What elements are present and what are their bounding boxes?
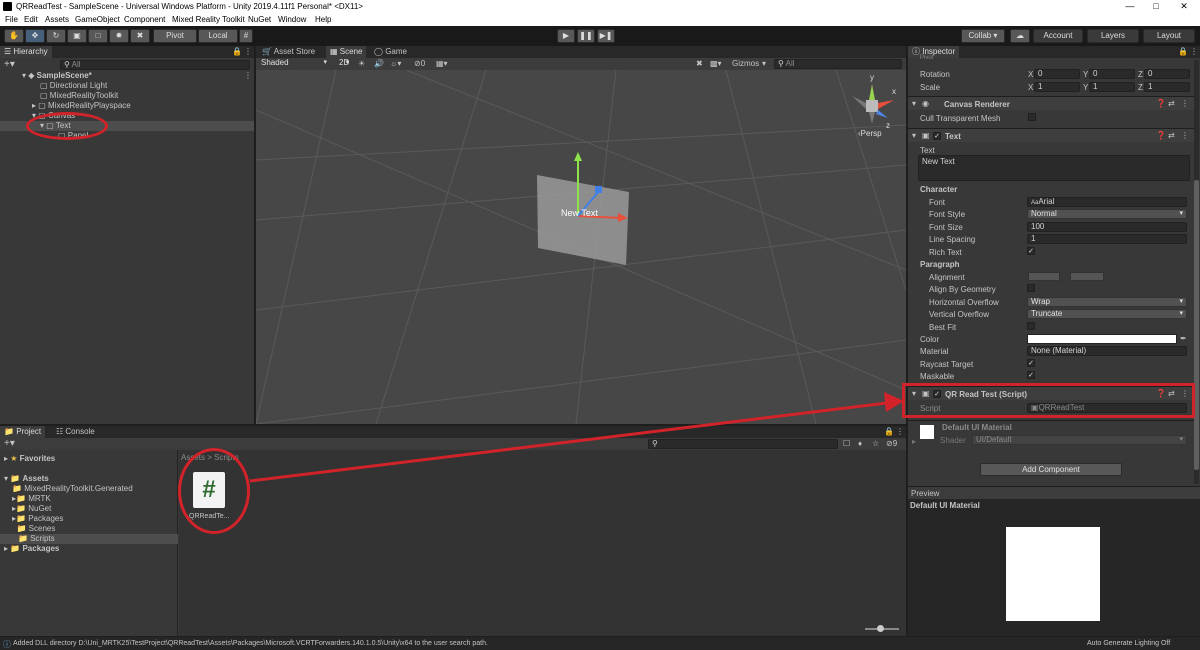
tab-inspector[interactable]: ⓘ Inspector — [908, 46, 960, 58]
component-title: Text — [945, 132, 961, 141]
alignment-label: Alignment — [929, 273, 965, 282]
panel-menu-icon[interactable]: ⋮ — [1190, 47, 1198, 56]
font-style-dropdown[interactable]: Normal — [1027, 209, 1187, 219]
preset-icon[interactable]: ⇄ — [1168, 99, 1175, 108]
rotation-z-field[interactable]: 0 — [1144, 69, 1190, 79]
font-field[interactable]: AaArial — [1027, 197, 1187, 207]
preset-icon[interactable]: ⇄ — [1168, 131, 1175, 140]
material-thumbnail — [920, 425, 934, 439]
shader-label: Shader — [940, 436, 966, 445]
v-overflow-dropdown[interactable]: Truncate — [1027, 309, 1187, 319]
text-area[interactable]: New Text — [918, 155, 1190, 181]
align-geometry-checkbox[interactable] — [1027, 284, 1035, 292]
scale-y-label: Y — [1083, 83, 1089, 92]
preview-material-label: Default UI Material — [910, 501, 980, 510]
collapse-chevron-icon[interactable]: ▾ — [912, 99, 916, 108]
text-label: Text — [920, 146, 935, 155]
scale-y-field[interactable]: 1 — [1089, 82, 1135, 92]
h-overflow-dropdown[interactable]: Wrap — [1027, 297, 1187, 307]
rotation-y-label: Y — [1083, 70, 1089, 79]
cull-checkbox[interactable] — [1028, 113, 1036, 121]
scale-label: Scale — [920, 83, 941, 92]
scale-z-label: Z — [1138, 83, 1143, 92]
status-lighting: Auto Generate Lighting Off — [1087, 640, 1171, 647]
inspector-scrollbar[interactable] — [1194, 60, 1199, 484]
scale-x-label: X — [1028, 83, 1034, 92]
inspector-tabbar: ⓘ Inspector 🔒 ⋮ — [908, 46, 1200, 58]
rotation-z-label: Z — [1138, 70, 1143, 79]
eye-icon: ◉ — [922, 99, 929, 108]
line-spacing-field[interactable]: 1 — [1027, 234, 1187, 244]
scale-x-field[interactable]: 1 — [1034, 82, 1080, 92]
help-icon[interactable]: ❓ — [1156, 131, 1166, 140]
lock-icon[interactable]: 🔒 — [1178, 47, 1188, 56]
material-field[interactable]: None (Material) — [1027, 346, 1187, 356]
horizontal-alignment-buttons[interactable] — [1028, 272, 1060, 281]
vertical-alignment-buttons[interactable] — [1070, 272, 1104, 281]
text-component-icon: ▣ — [922, 131, 930, 140]
preview-panel: Preview Default UI Material — [908, 487, 1200, 636]
maskable-checkbox[interactable]: ✓ — [1027, 371, 1035, 379]
component-menu-icon[interactable]: ⋮ — [1181, 99, 1189, 108]
align-geometry-label: Align By Geometry — [929, 285, 996, 294]
annotation-box-script — [902, 383, 1195, 418]
font-label: Font — [929, 198, 946, 207]
font-size-label: Font Size — [929, 223, 963, 232]
font-style-label: Font Style — [929, 210, 966, 219]
text-component-header[interactable]: ▾ ▣ ✓ Text ❓ ⇄ ⋮ — [908, 128, 1194, 142]
rotation-x-field[interactable]: 0 — [1034, 69, 1080, 79]
add-component-button[interactable]: Add Component — [980, 463, 1122, 476]
rotation-x-label: X — [1028, 70, 1034, 79]
character-header: Character — [920, 185, 958, 194]
preview-title: Preview — [911, 489, 940, 498]
rich-text-checkbox[interactable]: ✓ — [1027, 247, 1035, 255]
h-overflow-label: Horizontal Overflow — [929, 298, 999, 307]
font-size-field[interactable]: 100 — [1027, 222, 1187, 232]
best-fit-label: Best Fit — [929, 323, 957, 332]
best-fit-checkbox[interactable] — [1027, 322, 1035, 330]
material-label: Material — [920, 347, 949, 356]
default-material-title: Default UI Material — [942, 423, 1012, 432]
status-bar: ⓘ Added DLL directory D:\Uni_MRTK25\Test… — [0, 637, 1200, 650]
cull-label: Cull Transparent Mesh — [920, 114, 1001, 123]
component-menu-icon[interactable]: ⋮ — [1181, 131, 1189, 140]
material-preview-image[interactable] — [1006, 527, 1100, 621]
rotation-y-field[interactable]: 0 — [1089, 69, 1135, 79]
raycast-checkbox[interactable]: ✓ — [1027, 359, 1035, 367]
inspector-panel: ⓘ Inspector 🔒 ⋮ Pivot Rotation X 0 Y 0 Z… — [908, 46, 1200, 486]
shader-dropdown[interactable]: UI/Default — [972, 435, 1187, 445]
material-section: Default UI Material ▸ Shader UI/Default — [908, 420, 1194, 448]
line-spacing-label: Line Spacing — [929, 235, 976, 244]
rotation-label: Rotation — [920, 70, 950, 79]
collapse-chevron-icon[interactable]: ▸ — [912, 437, 916, 446]
raycast-label: Raycast Target — [920, 360, 974, 369]
pivot-label: Pivot — [920, 55, 934, 61]
font-value: Arial — [1038, 197, 1055, 206]
info-icon: ⓘ — [3, 640, 11, 649]
inspector-scrollbar-thumb[interactable] — [1194, 180, 1199, 470]
rich-text-label: Rich Text — [929, 248, 962, 257]
color-label: Color — [920, 335, 940, 344]
scale-z-field[interactable]: 1 — [1144, 82, 1190, 92]
collapse-chevron-icon[interactable]: ▾ — [912, 131, 916, 140]
component-title: Canvas Renderer — [944, 100, 1010, 109]
status-message[interactable]: Added DLL directory D:\Uni_MRTK25\TestPr… — [13, 640, 488, 647]
text-enabled-checkbox[interactable]: ✓ — [933, 132, 941, 140]
color-swatch[interactable] — [1027, 334, 1177, 344]
preview-header[interactable]: Preview — [908, 487, 1200, 499]
canvas-renderer-header[interactable]: ▾ ◉ Canvas Renderer ❓ ⇄ ⋮ — [908, 96, 1194, 110]
help-icon[interactable]: ❓ — [1156, 99, 1166, 108]
maskable-label: Maskable — [920, 372, 955, 381]
v-overflow-label: Vertical Overflow — [929, 310, 990, 319]
eyedropper-icon[interactable]: ✒ — [1180, 334, 1187, 343]
paragraph-header: Paragraph — [920, 260, 960, 269]
